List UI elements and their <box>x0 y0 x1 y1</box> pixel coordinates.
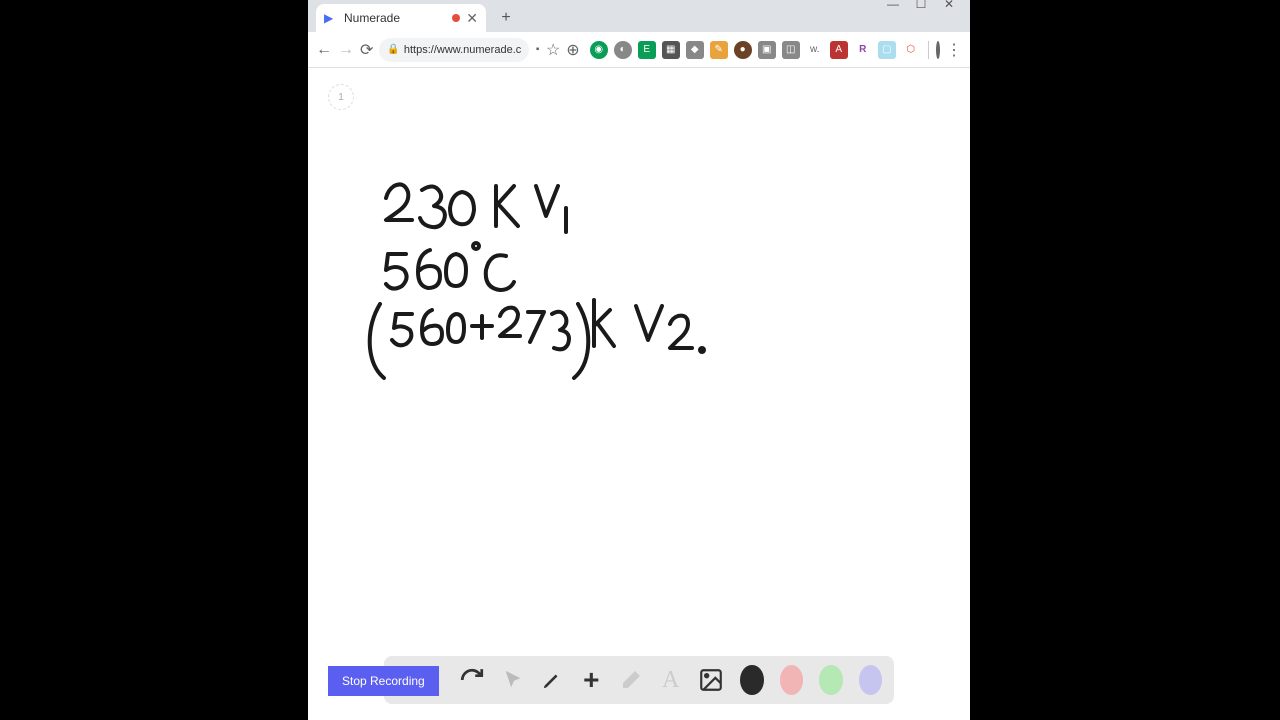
star-icon[interactable]: ☆ <box>546 40 560 60</box>
ext-icon-3[interactable]: ▦ <box>662 41 680 59</box>
zoom-icon[interactable]: ⊕ <box>566 40 579 60</box>
browser-window: ▶ Numerade ✕ + — ☐ ✕ ← → ⟳ 🔒 https://www… <box>308 0 970 720</box>
redo-button[interactable] <box>459 665 485 695</box>
ext-icon-2[interactable]: E <box>638 41 656 59</box>
eraser-tool[interactable] <box>619 665 643 695</box>
tab-bar: ▶ Numerade ✕ + <box>308 0 970 32</box>
ext-icon-8[interactable]: ◫ <box>782 41 800 59</box>
color-pink[interactable] <box>780 665 803 695</box>
ext-icon-10[interactable]: A <box>830 41 848 59</box>
maximize-button[interactable]: ☐ <box>914 0 928 11</box>
favicon-play-icon: ▶ <box>324 11 338 25</box>
recording-indicator-icon <box>452 14 460 22</box>
lock-icon: 🔒 <box>387 44 399 55</box>
ext-icon-11[interactable]: R <box>854 41 872 59</box>
stop-recording-button[interactable]: Stop Recording <box>328 666 439 696</box>
ext-icon-4[interactable]: ◆ <box>686 41 704 59</box>
back-button[interactable]: ← <box>316 40 332 60</box>
tab-title: Numerade <box>344 11 446 25</box>
close-window-button[interactable]: ✕ <box>942 0 956 11</box>
ext-icon-7[interactable]: ▣ <box>758 41 776 59</box>
color-purple[interactable] <box>859 665 882 695</box>
page-number-badge: 1 <box>328 84 354 110</box>
drawing-toolbar: + A <box>384 656 894 704</box>
ext-icon-5[interactable]: ✎ <box>710 41 728 59</box>
ext-icon-0[interactable]: ◉ <box>590 41 608 59</box>
handwriting-content <box>358 128 858 528</box>
forward-button[interactable]: → <box>338 40 354 60</box>
tab-close-icon[interactable]: ✕ <box>466 10 478 27</box>
address-bar: ← → ⟳ 🔒 https://www.numerade.com/an... ▪… <box>308 32 970 68</box>
color-green[interactable] <box>819 665 842 695</box>
url-text: https://www.numerade.com/an... <box>404 44 522 56</box>
ext-icon-6[interactable]: ● <box>734 41 752 59</box>
extension-icons: ◉ ◐ E ▦ ◆ ✎ ● ▣ ◫ w. A R ▢ ⬡ <box>590 41 920 59</box>
canvas-area[interactable]: 1 <box>308 68 970 720</box>
menu-button[interactable]: ⋮ <box>946 40 962 60</box>
url-input[interactable]: 🔒 https://www.numerade.com/an... <box>379 38 529 62</box>
minimize-button[interactable]: — <box>886 0 900 11</box>
color-black[interactable] <box>740 665 763 695</box>
new-tab-button[interactable]: + <box>494 6 518 30</box>
image-tool[interactable] <box>698 665 724 695</box>
ext-icon-1[interactable]: ◐ <box>614 41 632 59</box>
ext-icon-12[interactable]: ▢ <box>878 41 896 59</box>
ext-icon-13[interactable]: ⬡ <box>902 41 920 59</box>
add-tool[interactable]: + <box>580 665 603 695</box>
ext-icon-9[interactable]: w. <box>806 41 824 59</box>
avatar[interactable] <box>936 41 940 59</box>
video-icon[interactable]: ▪ <box>535 40 540 60</box>
pointer-tool[interactable] <box>501 665 524 695</box>
reload-button[interactable]: ⟳ <box>360 40 373 60</box>
text-tool[interactable]: A <box>659 665 682 695</box>
pen-tool[interactable] <box>540 665 563 695</box>
tab-numerade[interactable]: ▶ Numerade ✕ <box>316 4 486 32</box>
